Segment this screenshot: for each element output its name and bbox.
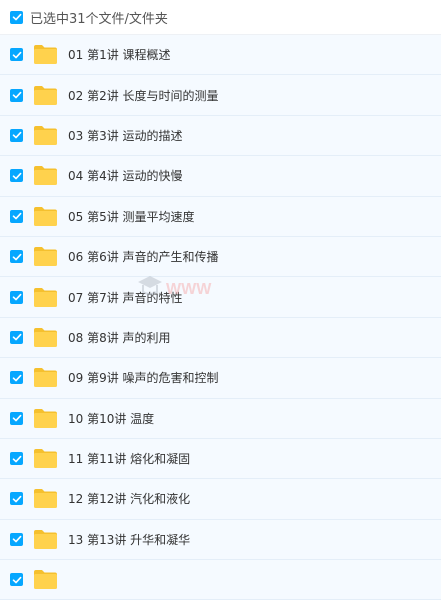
file-name: 09 第9讲 噪声的危害和控制 (68, 371, 219, 386)
file-row[interactable]: 04 第4讲 运动的快慢 (0, 156, 441, 197)
file-row[interactable]: 12 第12讲 汽化和液化 (0, 479, 441, 520)
file-name: 05 第5讲 测量平均速度 (68, 209, 195, 224)
checkmark-icon (12, 495, 21, 503)
file-checkbox[interactable] (10, 330, 23, 344)
file-row[interactable]: 10 第10讲 温度 (0, 398, 441, 439)
file-name: 03 第3讲 运动的描述 (68, 128, 183, 143)
file-row[interactable]: 11 第11讲 熔化和凝固 (0, 438, 441, 480)
folder-icon (34, 529, 57, 549)
folder-icon (34, 489, 57, 509)
file-checkbox[interactable] (10, 250, 23, 264)
checkmark-icon (12, 455, 21, 462)
checkmark-icon (12, 293, 21, 301)
checkmark-icon (12, 51, 21, 59)
file-row[interactable]: 08 第8讲 声的利用 (0, 317, 441, 359)
checkmark-icon (12, 536, 21, 543)
file-checkbox[interactable] (10, 88, 23, 102)
file-checkbox[interactable] (10, 492, 23, 506)
folder-icon (34, 408, 57, 428)
folder-icon (34, 368, 57, 388)
file-checkbox[interactable] (10, 128, 23, 142)
checkmark-icon (12, 132, 21, 139)
file-row[interactable]: 02 第2讲 长度与时间的测量 (0, 75, 441, 116)
folder-icon (34, 327, 57, 347)
folder-icon (34, 166, 57, 186)
file-checkbox[interactable] (10, 573, 23, 587)
file-name: 10 第10讲 温度 (68, 411, 155, 426)
file-name: 04 第4讲 运动的快慢 (68, 169, 183, 184)
checkmark-icon (12, 374, 21, 382)
file-row[interactable]: 05 第5讲 测量平均速度 (0, 196, 441, 237)
file-name: 01 第1讲 课程概述 (68, 48, 171, 63)
folder-icon (34, 206, 57, 226)
file-list: 01 第1讲 课程概述 02 第2讲 长度与时间的测量 03 第3讲 运动的描述… (0, 35, 441, 600)
folder-icon (34, 570, 57, 590)
file-name: 12 第12讲 汽化和液化 (68, 492, 191, 507)
select-all-checkbox[interactable] (10, 10, 23, 24)
file-checkbox[interactable] (10, 532, 23, 546)
checkmark-icon (12, 415, 21, 422)
checkmark-icon (12, 13, 21, 21)
file-name: 11 第11讲 熔化和凝固 (68, 452, 191, 467)
selection-header: 已选中31个文件/文件夹 (0, 0, 441, 35)
selected-count-label: 已选中31个文件/文件夹 (30, 11, 168, 27)
checkmark-icon (12, 91, 21, 99)
file-checkbox[interactable] (10, 48, 23, 62)
file-name: 13 第13讲 升华和凝华 (68, 532, 191, 547)
checkmark-icon (12, 334, 21, 341)
folder-icon (34, 247, 57, 267)
file-checkbox[interactable] (10, 411, 23, 425)
file-name: 07 第7讲 声音的特性 (68, 290, 183, 305)
file-row[interactable]: 09 第9讲 噪声的危害和控制 (0, 358, 441, 399)
file-name: 06 第6讲 声音的产生和传播 (68, 250, 219, 265)
file-row[interactable]: 06 第6讲 声音的产生和传播 (0, 236, 441, 278)
file-row[interactable]: 01 第1讲 课程概述 (0, 35, 441, 76)
folder-icon (34, 449, 57, 469)
checkmark-icon (12, 253, 21, 261)
folder-icon (34, 287, 57, 307)
folder-icon (34, 85, 57, 105)
file-row[interactable] (0, 560, 441, 600)
file-checkbox[interactable] (10, 452, 23, 466)
file-checkbox[interactable] (10, 371, 23, 385)
file-row[interactable]: 07 第7讲 声音的特性 (0, 277, 441, 318)
file-name: 08 第8讲 声的利用 (68, 330, 171, 345)
file-checkbox[interactable] (10, 169, 23, 183)
file-name: 02 第2讲 长度与时间的测量 (68, 88, 219, 103)
file-row[interactable]: 03 第3讲 运动的描述 (0, 115, 441, 157)
folder-icon (34, 45, 57, 65)
checkmark-icon (12, 172, 21, 180)
folder-icon (34, 125, 57, 145)
checkmark-icon (12, 576, 21, 584)
file-row[interactable]: 13 第13讲 升华和凝华 (0, 519, 441, 561)
file-checkbox[interactable] (10, 209, 23, 223)
file-checkbox[interactable] (10, 290, 23, 304)
checkmark-icon (12, 213, 21, 220)
